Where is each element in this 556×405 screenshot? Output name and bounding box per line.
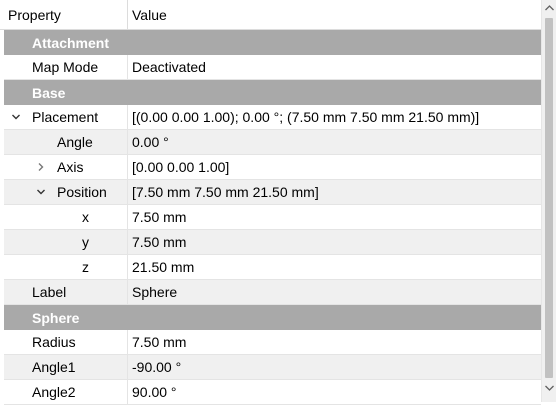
chevron-down-icon[interactable] xyxy=(35,186,47,198)
chevron-down-icon[interactable] xyxy=(10,111,22,123)
group-title: Attachment xyxy=(32,34,110,51)
chevron-right-icon[interactable] xyxy=(35,161,47,173)
property-row-angle1[interactable]: Angle1 -90.00 ° xyxy=(4,354,541,380)
property-value[interactable]: 7.50 mm xyxy=(128,234,186,250)
property-name: z xyxy=(82,259,89,275)
property-row-axis[interactable]: Axis [0.00 0.00 1.00] xyxy=(4,154,541,180)
property-value[interactable]: [(0.00 0.00 1.00); 0.00 °; (7.50 mm 7.50… xyxy=(128,109,479,125)
property-value[interactable]: -90.00 ° xyxy=(128,359,181,375)
property-row-angle2[interactable]: Angle2 90.00 ° xyxy=(4,379,541,405)
property-name: Map Mode xyxy=(32,59,99,75)
property-name: Label xyxy=(32,284,67,300)
property-name: y xyxy=(82,234,89,250)
property-value[interactable]: [0.00 0.00 1.00] xyxy=(128,159,229,175)
property-name: Position xyxy=(57,184,107,200)
property-value[interactable]: Sphere xyxy=(128,284,177,300)
property-row-position[interactable]: Position [7.50 mm 7.50 mm 21.50 mm] xyxy=(4,179,541,205)
property-row-x[interactable]: x 7.50 mm xyxy=(4,204,541,230)
property-row-map-mode[interactable]: Map Mode Deactivated xyxy=(4,54,541,80)
property-name: x xyxy=(82,209,89,225)
property-table-header: Property Value xyxy=(0,0,541,30)
property-value[interactable]: 7.50 mm xyxy=(128,209,186,225)
property-row-label[interactable]: Label Sphere xyxy=(4,279,541,305)
property-value[interactable]: Deactivated xyxy=(128,59,206,75)
property-row-radius[interactable]: Radius 7.50 mm xyxy=(4,329,541,355)
scroll-down-arrow-icon[interactable] xyxy=(542,380,556,396)
group-sphere[interactable]: Sphere xyxy=(4,305,541,330)
group-attachment[interactable]: Attachment xyxy=(4,30,541,55)
property-row-angle[interactable]: Angle 0.00 ° xyxy=(4,129,541,155)
group-title: Base xyxy=(32,84,66,101)
value-column-header[interactable]: Value xyxy=(128,0,167,29)
scrollbar-thumb[interactable] xyxy=(545,18,553,378)
property-rows: Attachment Map Mode Deactivated Base Pla… xyxy=(4,30,541,405)
group-title: Sphere xyxy=(32,309,80,326)
property-column-header[interactable]: Property xyxy=(0,0,128,29)
property-value[interactable]: [7.50 mm 7.50 mm 21.50 mm] xyxy=(128,184,319,200)
property-value[interactable]: 21.50 mm xyxy=(128,259,194,275)
vertical-scrollbar[interactable] xyxy=(541,0,556,402)
property-row-z[interactable]: z 21.50 mm xyxy=(4,254,541,280)
property-name: Angle2 xyxy=(32,384,76,400)
property-name: Angle xyxy=(57,134,93,150)
group-base[interactable]: Base xyxy=(4,80,541,105)
property-value[interactable]: 90.00 ° xyxy=(128,384,177,400)
property-value[interactable]: 0.00 ° xyxy=(128,134,169,150)
property-row-y[interactable]: y 7.50 mm xyxy=(4,229,541,255)
property-value[interactable]: 7.50 mm xyxy=(128,334,186,350)
property-editor: Property Value Attachment Map Mode Deact… xyxy=(0,0,556,405)
property-row-placement[interactable]: Placement [(0.00 0.00 1.00); 0.00 °; (7.… xyxy=(4,104,541,130)
property-name: Angle1 xyxy=(32,359,76,375)
scroll-up-arrow-icon[interactable] xyxy=(542,0,556,16)
property-name: Radius xyxy=(32,334,76,350)
